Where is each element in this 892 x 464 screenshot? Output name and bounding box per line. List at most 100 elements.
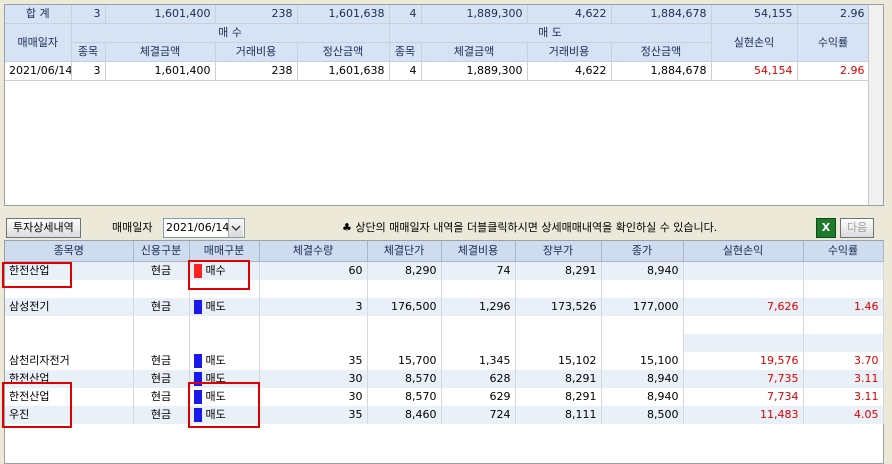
total-buy-count: 3 — [71, 5, 106, 24]
chevron-down-icon — [231, 225, 241, 231]
row-realized: 7,734 — [683, 388, 804, 406]
row-realized: 19,576 — [683, 352, 804, 370]
summary-grid-frame: 합 계 3 1,601,400 238 1,601,638 4 1,889,30… — [4, 4, 884, 206]
row-buy-count: 3 — [71, 61, 106, 81]
total-return-rate: 2.96 — [797, 5, 870, 24]
summary-header-row-1: 매매일자 매 수 매 도 실현손익 수익률 — [5, 23, 870, 62]
header-credit[interactable]: 신용구분 — [133, 241, 190, 262]
total-sell-amount: 1,889,300 — [421, 5, 528, 24]
row-credit: 현금 — [133, 406, 190, 424]
row-price: 8,570 — [367, 388, 442, 406]
row-book: 173,526 — [515, 298, 602, 316]
row-buy-amount: 1,601,400 — [105, 61, 216, 81]
table-row[interactable]: 한전산업 현금 매수 60 8,290 74 8,291 8,940 — [5, 261, 884, 280]
row-type-label: 매도 — [205, 408, 226, 421]
total-buy-amount: 1,601,400 — [105, 5, 216, 24]
row-sell-amount: 1,889,300 — [421, 61, 528, 81]
row-name: 한전산업 — [5, 261, 134, 280]
excel-icon[interactable]: X — [816, 218, 836, 238]
table-row[interactable]: 삼천리자전거 현금 매도 35 15,700 1,345 15,102 15,1… — [5, 352, 884, 370]
row-credit: 현금 — [133, 261, 190, 280]
header-buy-count[interactable]: 종목 — [71, 42, 106, 62]
row-rate: 3.11 — [803, 370, 884, 388]
detail-grid-frame: 종목명 신용구분 매매구분 체결수량 체결단가 체결비용 장부가 종가 실현손익… — [4, 240, 884, 464]
row-fee: 628 — [441, 370, 516, 388]
header-qty[interactable]: 체결수량 — [259, 241, 368, 262]
next-button[interactable]: 다음 — [840, 218, 875, 238]
header-close[interactable]: 종가 — [601, 241, 684, 262]
header-sell-fee[interactable]: 거래비용 — [527, 42, 612, 62]
row-sell-settle: 1,884,678 — [611, 61, 712, 81]
spacer-row — [5, 316, 884, 334]
summary-grid[interactable]: 합 계 3 1,601,400 238 1,601,638 4 1,889,30… — [5, 5, 870, 81]
row-rate: 4.05 — [803, 406, 884, 424]
header-realized[interactable]: 실현손익 — [683, 241, 804, 262]
buy-marker-icon — [193, 264, 202, 278]
detail-grid[interactable]: 종목명 신용구분 매매구분 체결수량 체결단가 체결비용 장부가 종가 실현손익… — [5, 241, 884, 424]
header-sell-amount[interactable]: 체결금액 — [421, 42, 528, 62]
date-value: 2021/06/14 — [166, 221, 230, 234]
header-date[interactable]: 매매일자 — [5, 23, 72, 62]
row-type-label: 매수 — [205, 264, 226, 277]
detail-button[interactable]: 투자상세내역 — [6, 218, 81, 238]
row-fee: 629 — [441, 388, 516, 406]
row-name: 삼성전기 — [5, 298, 134, 316]
header-buy-settle[interactable]: 정산금액 — [297, 42, 390, 62]
header-sell-settle[interactable]: 정산금액 — [611, 42, 712, 62]
table-row[interactable]: 한전산업 현금 매도 30 8,570 628 8,291 8,940 7,73… — [5, 370, 884, 388]
row-type-label: 매도 — [205, 390, 226, 403]
header-buy-fee[interactable]: 거래비용 — [215, 42, 298, 62]
row-realized: 7,735 — [683, 370, 804, 388]
row-date: 2021/06/14 — [5, 61, 72, 81]
row-close: 8,940 — [601, 388, 684, 406]
row-rate: 3.11 — [803, 388, 884, 406]
row-rate — [803, 261, 884, 280]
header-type[interactable]: 매매구분 — [189, 241, 260, 262]
row-qty: 30 — [259, 388, 368, 406]
row-fee: 1,345 — [441, 352, 516, 370]
row-price: 8,570 — [367, 370, 442, 388]
row-buy-fee: 238 — [215, 61, 298, 81]
header-name[interactable]: 종목명 — [5, 241, 134, 262]
summary-scrollbar[interactable] — [868, 5, 883, 205]
row-qty: 35 — [259, 352, 368, 370]
row-credit: 현금 — [133, 388, 190, 406]
row-type: 매도 — [189, 406, 260, 424]
summary-data-row[interactable]: 2021/06/14 3 1,601,400 238 1,601,638 4 1… — [5, 61, 870, 81]
row-name: 삼천리자전거 — [5, 352, 134, 370]
header-rate[interactable]: 수익률 — [803, 241, 884, 262]
row-price: 8,460 — [367, 406, 442, 424]
sell-marker-icon — [193, 372, 202, 386]
row-qty: 3 — [259, 298, 368, 316]
row-book: 8,291 — [515, 261, 602, 280]
row-fee: 724 — [441, 406, 516, 424]
header-buy-amount[interactable]: 체결금액 — [105, 42, 216, 62]
header-fee[interactable]: 체결비용 — [441, 241, 516, 262]
sell-marker-icon — [193, 300, 202, 314]
row-credit: 현금 — [133, 298, 190, 316]
total-sell-count: 4 — [389, 5, 422, 24]
table-row[interactable]: 우진 현금 매도 35 8,460 724 8,111 8,500 11,483… — [5, 406, 884, 424]
header-book[interactable]: 장부가 — [515, 241, 602, 262]
table-row[interactable]: 한전산업 현금 매도 30 8,570 629 8,291 8,940 7,73… — [5, 388, 884, 406]
row-fee: 74 — [441, 261, 516, 280]
row-qty: 30 — [259, 370, 368, 388]
total-buy-settle: 1,601,638 — [297, 5, 390, 24]
row-name: 한전산업 — [5, 388, 134, 406]
row-close: 15,100 — [601, 352, 684, 370]
sell-marker-icon — [193, 408, 202, 422]
header-realized[interactable]: 실현손익 — [711, 23, 798, 62]
header-return-rate[interactable]: 수익률 — [797, 23, 870, 62]
header-sell-count[interactable]: 종목 — [389, 42, 422, 62]
row-realized: 11,483 — [683, 406, 804, 424]
table-row[interactable]: 삼성전기 현금 매도 3 176,500 1,296 173,526 177,0… — [5, 298, 884, 316]
row-type: 매도 — [189, 352, 260, 370]
header-price[interactable]: 체결단가 — [367, 241, 442, 262]
row-sell-fee: 4,622 — [527, 61, 612, 81]
header-sell: 매 도 — [389, 23, 712, 43]
total-sell-fee: 4,622 — [527, 5, 612, 24]
row-book: 8,111 — [515, 406, 602, 424]
row-type: 매도 — [189, 298, 260, 316]
summary-total-row[interactable]: 합 계 3 1,601,400 238 1,601,638 4 1,889,30… — [5, 5, 870, 24]
date-dropdown-button[interactable] — [228, 219, 243, 237]
